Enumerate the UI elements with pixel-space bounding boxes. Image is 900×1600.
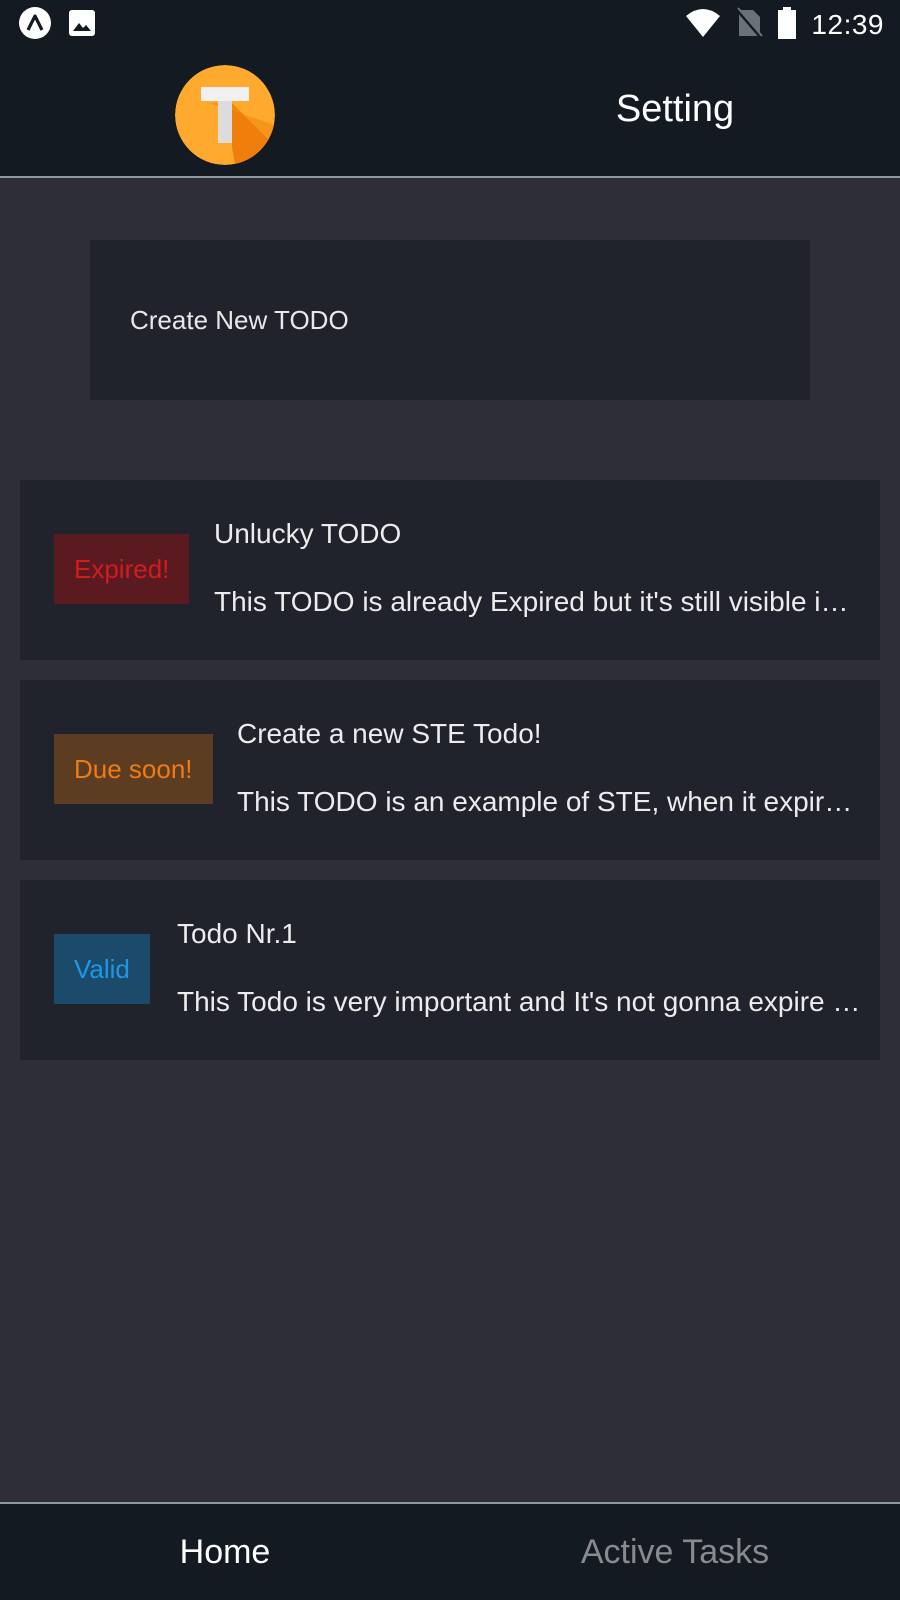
todo-card[interactable]: Due soon! Create a new STE Todo! This TO… [20, 680, 880, 860]
app-header: Setting [0, 50, 900, 178]
bottom-navigation: Home Active Tasks [0, 1502, 900, 1600]
create-todo-label: Create New TODO [130, 304, 349, 335]
todo-title: Unlucky TODO [214, 518, 402, 549]
create-todo-button[interactable]: Create New TODO [90, 240, 810, 400]
status-badge-valid: Valid [54, 934, 150, 1004]
expo-icon [18, 6, 52, 45]
status-bar: 12:39 [0, 0, 900, 50]
todo-card[interactable]: Expired! Unlucky TODO This TODO is alrea… [20, 480, 880, 660]
wifi-icon [685, 8, 721, 43]
no-sim-icon [735, 6, 764, 44]
image-icon [68, 9, 96, 42]
todo-description: This TODO is an example of STE, when it … [237, 786, 862, 817]
todo-title: Todo Nr.1 [177, 918, 297, 949]
status-left-icons [18, 6, 96, 45]
header-setting-title[interactable]: Setting [525, 88, 825, 131]
todo-description: This TODO is already Expired but it's st… [214, 586, 862, 617]
todo-description: This Todo is very important and It's not… [177, 986, 862, 1017]
todo-title: Create a new STE Todo! [237, 718, 542, 749]
status-badge-due-soon: Due soon! [54, 734, 213, 804]
status-time: 12:39 [811, 9, 884, 40]
status-right-icons: 12:39 [685, 6, 884, 44]
status-badge-expired: Expired! [54, 534, 190, 604]
todo-card[interactable]: Valid Todo Nr.1 This Todo is very import… [20, 880, 880, 1060]
battery-icon [777, 6, 797, 44]
tab-active-tasks[interactable]: Active Tasks [450, 1504, 900, 1600]
app-logo[interactable] [175, 65, 275, 165]
tab-home[interactable]: Home [0, 1504, 450, 1600]
app-screen: 12:39 Setting Create New TODO Expired! U… [0, 0, 900, 1600]
